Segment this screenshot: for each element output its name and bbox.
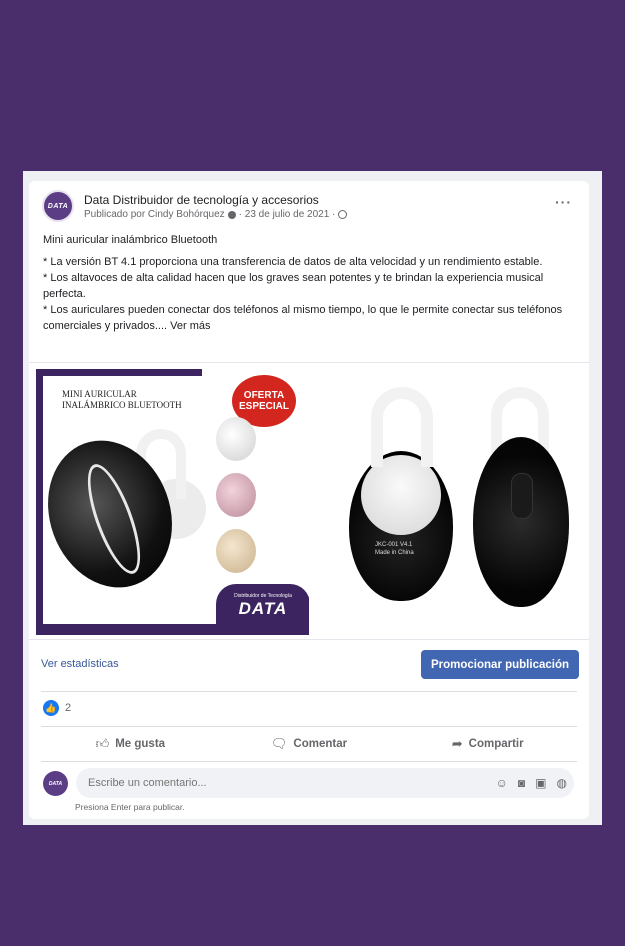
post-date[interactable]: · 23 de julio de 2021 · (239, 209, 336, 220)
published-by[interactable]: Publicado por Cindy Bohórquez (84, 209, 225, 220)
page-avatar[interactable]: DATA (42, 190, 74, 222)
earbud-front-tip (361, 455, 441, 535)
post-card: DATA Data Distribuidor de tecnología y a… (29, 181, 589, 819)
promo-image[interactable]: MINI AURICULAR INALÁMBRICO BLUETOOTH OFE… (36, 369, 309, 635)
share-arrow-icon: ➦ (451, 736, 463, 751)
comment-tools: ☺ ◙ ▣ ◍ (496, 776, 567, 790)
see-more-link[interactable]: Ver más (170, 320, 210, 332)
reactions-summary[interactable]: 👍 2 (43, 700, 71, 716)
thumbs-up-icon: 👍︎ (95, 736, 110, 751)
emoji-icon[interactable]: ☺ (496, 776, 508, 790)
reaction-count: 2 (65, 702, 72, 714)
post-meta: Publicado por Cindy Bohórquez · 23 de ju… (84, 209, 348, 220)
view-stats-link[interactable]: Ver estadísticas (41, 658, 119, 670)
like-label: Me gusta (115, 738, 166, 750)
post-header: DATA Data Distribuidor de tecnología y a… (42, 190, 576, 226)
sticker-icon[interactable]: ◍ (557, 776, 567, 790)
earbud-gold-small (216, 529, 256, 573)
like-reaction-icon: 👍 (43, 700, 59, 716)
comment-button[interactable]: 🗨 Comentar (220, 731, 399, 757)
divider (41, 761, 577, 762)
gif-icon[interactable]: ▣ (535, 776, 546, 790)
post-paragraph: Mini auricular inalámbrico Bluetooth (43, 234, 218, 246)
promo-title-line-1: MINI AURICULAR (62, 389, 137, 399)
earbud-front-hook (371, 387, 433, 467)
device-label: JKC-001 V4.1 Made in China (375, 541, 414, 557)
promote-post-button[interactable]: Promocionar publicación (421, 650, 579, 679)
share-button[interactable]: ➦ Compartir (398, 731, 577, 757)
earbud-back-button (511, 473, 533, 519)
more-options-icon[interactable]: ··· (555, 194, 572, 210)
post-media[interactable]: MINI AURICULAR INALÁMBRICO BLUETOOTH OFE… (29, 362, 589, 640)
promo-title: MINI AURICULAR INALÁMBRICO BLUETOOTH (62, 389, 182, 411)
offer-badge-line-1: OFERTA (243, 390, 285, 401)
like-button[interactable]: 👍︎ Me gusta (41, 731, 220, 757)
insights-row: Ver estadísticas Promocionar publicación (29, 640, 589, 692)
comment-hint: Presiona Enter para publicar. (75, 802, 185, 812)
divider (41, 726, 577, 727)
promo-title-line-2: INALÁMBRICO BLUETOOTH (62, 400, 182, 410)
device-label-line-2: Made in China (375, 550, 414, 556)
action-buttons: 👍︎ Me gusta 🗨 Comentar ➦ Compartir (41, 731, 577, 757)
camera-icon[interactable]: ◙ (518, 776, 525, 790)
comment-label: Comentar (293, 738, 348, 750)
data-logo: Distribuidor de Tecnología DATA (216, 584, 309, 628)
comment-composer: DATA ☺ ◙ ▣ ◍ (43, 768, 577, 800)
commenter-avatar[interactable]: DATA (43, 771, 68, 796)
post-paragraph-text: * Los auriculares pueden conectar dos te… (43, 304, 563, 332)
divider (41, 691, 577, 692)
speech-bubble-icon: 🗨 (270, 736, 288, 751)
info-icon[interactable] (227, 210, 236, 219)
share-label: Compartir (468, 738, 524, 750)
product-image[interactable]: JKC-001 V4.1 Made in China (311, 369, 583, 635)
post-paragraph: * Los altavoces de alta calidad hacen qu… (43, 272, 544, 300)
page-name-link[interactable]: Data Distribuidor de tecnología y acceso… (84, 193, 319, 207)
post-paragraph: * Los auriculares pueden conectar dos te… (43, 302, 573, 334)
earbud-back (473, 437, 569, 607)
offer-badge-line-2: ESPECIAL (238, 401, 289, 412)
logo-text: DATA (238, 599, 288, 618)
earbud-white-small (216, 417, 256, 461)
post-text: Mini auricular inalámbrico Bluetooth * L… (43, 232, 573, 334)
earbud-pink-small (216, 473, 256, 517)
post-paragraph: * La versión BT 4.1 proporciona una tran… (43, 256, 543, 268)
device-label-line-1: JKC-001 V4.1 (375, 542, 413, 548)
globe-icon (338, 210, 348, 219)
